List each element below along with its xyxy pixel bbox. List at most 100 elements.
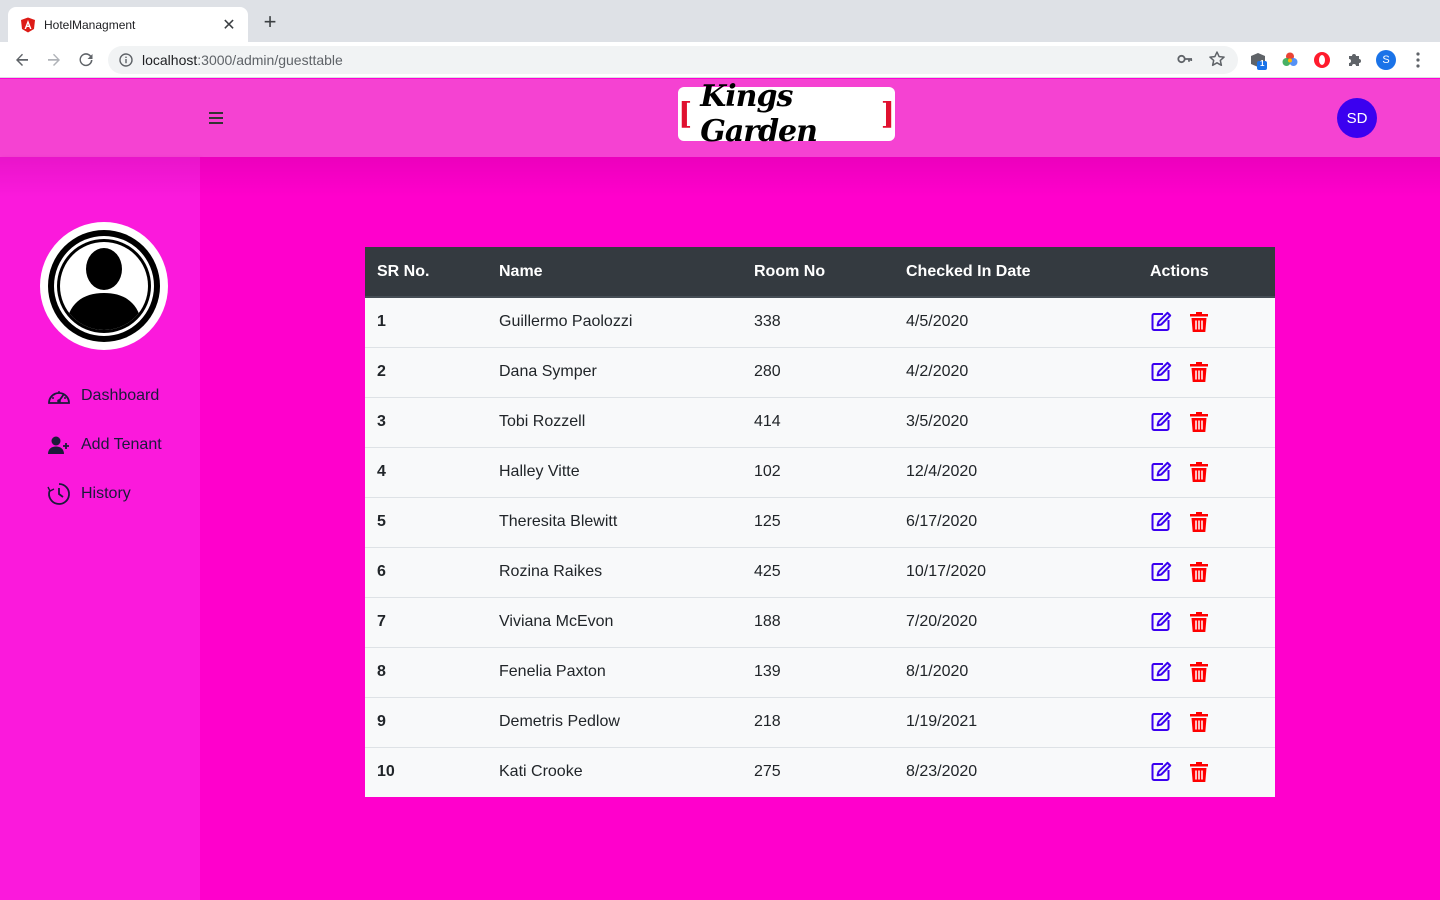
delete-icon[interactable] [1188,511,1210,533]
sidebar-item-history[interactable]: History [46,483,131,505]
cell-actions [1138,596,1275,647]
edit-icon[interactable] [1150,561,1172,583]
forward-icon[interactable] [42,48,66,72]
sidebar: Dashboard Add Tenant History [0,157,200,900]
cell-room-no: 338 [742,296,894,347]
info-icon[interactable] [118,52,134,68]
browser-tab[interactable]: HotelManagment ✕ [8,7,248,42]
speedometer-icon [46,385,72,407]
cell-actions [1138,546,1275,597]
color-wheel-icon[interactable] [1280,50,1300,70]
cell-sr-no: 1 [365,296,487,347]
delete-icon[interactable] [1188,611,1210,633]
delete-icon[interactable] [1188,461,1210,483]
url-path: :3000/admin/guesttable [197,52,343,68]
key-icon[interactable] [1176,50,1194,73]
delete-icon[interactable] [1188,661,1210,683]
cell-actions [1138,396,1275,447]
delete-icon[interactable] [1188,411,1210,433]
delete-icon[interactable] [1188,761,1210,783]
cell-actions [1138,296,1275,347]
column-header-name: Name [487,247,742,298]
profile-avatar[interactable]: S [1376,50,1396,70]
cell-sr-no: 7 [365,596,487,647]
table-header-row: SR No. Name Room No Checked In Date Acti… [365,247,1275,298]
logo-bracket-close: ] [880,96,895,132]
url-host: localhost [142,52,198,68]
cell-checked-in-date: 7/20/2020 [894,596,1138,647]
puzzle-extensions-icon[interactable] [1344,50,1364,70]
edit-icon[interactable] [1150,411,1172,433]
cell-checked-in-date: 12/4/2020 [894,446,1138,497]
delete-icon[interactable] [1188,561,1210,583]
table-row: 10 Kati Crooke 275 8/23/2020 [365,746,1275,797]
delete-icon[interactable] [1188,361,1210,383]
cell-checked-in-date: 3/5/2020 [894,396,1138,447]
delete-icon[interactable] [1188,711,1210,733]
user-avatar[interactable]: SD [1337,98,1377,138]
cell-actions [1138,746,1275,797]
table-row: 8 Fenelia Paxton 139 8/1/2020 [365,646,1275,697]
column-header-actions: Actions [1138,247,1275,298]
column-header-sr-no: SR No. [365,247,487,298]
angular-favicon-icon [20,17,36,33]
cell-name: Theresita Blewitt [487,496,742,547]
edit-icon[interactable] [1150,611,1172,633]
extension-box-icon[interactable]: 1 [1248,50,1268,70]
edit-icon[interactable] [1150,511,1172,533]
user-silhouette-icon [48,230,160,342]
edit-icon[interactable] [1150,761,1172,783]
edit-icon[interactable] [1150,661,1172,683]
new-tab-icon[interactable]: + [258,11,282,35]
cell-name: Tobi Rozzell [487,396,742,447]
star-icon[interactable] [1208,50,1226,73]
cell-checked-in-date: 8/23/2020 [894,746,1138,797]
cell-sr-no: 10 [365,746,487,797]
sidebar-item-label: Add Tenant [81,436,162,453]
cell-name: Fenelia Paxton [487,646,742,697]
cell-actions [1138,346,1275,397]
cell-room-no: 125 [742,496,894,547]
close-tab-icon[interactable]: ✕ [220,15,238,35]
column-header-checked-in-date: Checked In Date [894,247,1138,298]
tab-title: HotelManagment [44,17,136,32]
table-row: 9 Demetris Pedlow 218 1/19/2021 [365,696,1275,747]
sidebar-item-add-tenant[interactable]: Add Tenant [46,434,162,456]
table-row: 2 Dana Symper 280 4/2/2020 [365,346,1275,397]
delete-icon[interactable] [1188,311,1210,333]
cell-name: Demetris Pedlow [487,696,742,747]
app-header: [ Kings Garden ] SD [0,79,1440,157]
edit-icon[interactable] [1150,461,1172,483]
cell-name: Guillermo Paolozzi [487,296,742,347]
cell-room-no: 102 [742,446,894,497]
hamburger-menu-icon[interactable] [208,110,224,126]
address-bar[interactable]: localhost:3000/admin/guesttable [108,46,1238,74]
back-icon[interactable] [10,48,34,72]
edit-icon[interactable] [1150,311,1172,333]
cell-room-no: 188 [742,596,894,647]
guest-table: SR No. Name Room No Checked In Date Acti… [365,247,1275,797]
cell-name: Halley Vitte [487,446,742,497]
menu-dots-icon[interactable] [1408,50,1428,70]
edit-icon[interactable] [1150,711,1172,733]
reload-icon[interactable] [74,48,98,72]
cell-name: Dana Symper [487,346,742,397]
add-user-icon [46,434,72,456]
cell-sr-no: 6 [365,546,487,597]
cell-actions [1138,696,1275,747]
opera-extension-icon[interactable] [1312,50,1332,70]
browser-toolbar: localhost:3000/admin/guesttable 1 S [0,42,1440,78]
cell-sr-no: 3 [365,396,487,447]
cell-room-no: 425 [742,546,894,597]
cell-checked-in-date: 10/17/2020 [894,546,1138,597]
cell-name: Rozina Raikes [487,546,742,597]
edit-icon[interactable] [1150,361,1172,383]
cell-room-no: 414 [742,396,894,447]
sidebar-item-dashboard[interactable]: Dashboard [46,385,159,407]
extension-badge: 1 [1260,59,1265,68]
cell-sr-no: 8 [365,646,487,697]
cell-checked-in-date: 4/5/2020 [894,296,1138,347]
cell-checked-in-date: 4/2/2020 [894,346,1138,397]
cell-checked-in-date: 8/1/2020 [894,646,1138,697]
table-row: 1 Guillermo Paolozzi 338 4/5/2020 [365,296,1275,347]
